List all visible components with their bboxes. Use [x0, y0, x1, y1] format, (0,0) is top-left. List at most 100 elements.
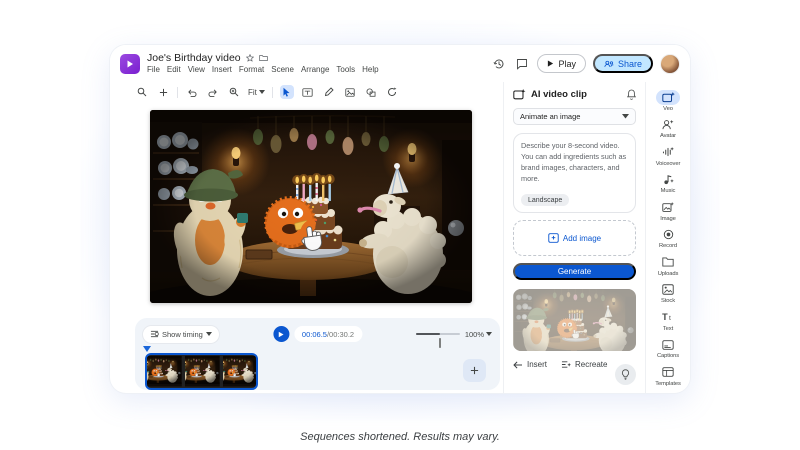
notifications-bell-icon[interactable]: [627, 89, 636, 100]
star-icon[interactable]: [246, 54, 254, 62]
music-icon: [663, 174, 674, 185]
rail-item-voiceover[interactable]: Voiceover: [647, 142, 689, 170]
redo-icon[interactable]: [206, 85, 220, 99]
rail-item-templates[interactable]: Templates: [647, 362, 689, 390]
tips-button[interactable]: [615, 364, 636, 385]
menu-help[interactable]: Help: [362, 66, 378, 74]
editor-main: Fit: [110, 82, 503, 393]
video-preview[interactable]: [150, 110, 472, 303]
people-icon: [604, 60, 614, 68]
insert-button[interactable]: Insert: [513, 360, 547, 369]
move-folder-icon[interactable]: [259, 54, 268, 62]
timing-icon: [150, 330, 159, 338]
add-scene-button[interactable]: [463, 359, 486, 382]
puppets-birthday-scene: [150, 110, 472, 303]
rail-item-avatar[interactable]: Avatar: [647, 115, 689, 143]
app-header: Joe's Birthday video File Edit View Inse…: [110, 45, 690, 82]
recreate-icon: [561, 360, 571, 369]
generate-button[interactable]: Generate: [513, 263, 636, 280]
playback-bar: Show timing 00:06.5 / 00:30.2: [135, 318, 500, 390]
chevron-down-icon: [206, 332, 212, 336]
recreate-button[interactable]: Recreate: [561, 360, 607, 369]
rail-item-captions[interactable]: Captions: [647, 335, 689, 363]
toolbar: Fit: [135, 82, 500, 102]
arrow-left-icon: [513, 361, 523, 369]
record-icon: [663, 229, 674, 240]
aspect-ratio-chip[interactable]: Landscape: [521, 194, 569, 206]
total-time: 00:30.2: [329, 330, 354, 339]
pen-tool-icon[interactable]: [322, 85, 336, 99]
chevron-down-icon: [259, 90, 265, 94]
add-icon[interactable]: [156, 85, 170, 99]
text-box-icon[interactable]: [301, 85, 315, 99]
menu-view[interactable]: View: [188, 66, 205, 74]
stock-icon: [662, 284, 674, 295]
text-icon: Tt: [662, 312, 675, 322]
play-button[interactable]: Play: [537, 54, 586, 73]
rail-item-veo[interactable]: Veo: [647, 87, 689, 115]
play-triangle-icon: [547, 60, 554, 67]
rotate-tool-icon[interactable]: [385, 85, 399, 99]
mode-selector-dropdown[interactable]: Animate an image: [513, 108, 636, 125]
menu-file[interactable]: File: [147, 66, 160, 74]
app-window: Joe's Birthday video File Edit View Inse…: [110, 45, 690, 393]
lightbulb-icon: [621, 369, 630, 380]
rail-item-music[interactable]: Music: [647, 170, 689, 198]
menu-tools[interactable]: Tools: [336, 66, 355, 74]
share-button[interactable]: Share: [593, 54, 653, 73]
undo-icon[interactable]: [185, 85, 199, 99]
zoom-fit-dropdown[interactable]: Fit: [248, 88, 265, 97]
playhead-marker[interactable]: [143, 346, 151, 352]
shapes-tool-icon[interactable]: [364, 85, 378, 99]
screenshot-root: Joe's Birthday video File Edit View Inse…: [0, 0, 800, 450]
menu-insert[interactable]: Insert: [212, 66, 232, 74]
current-time: 00:06.5: [302, 330, 327, 339]
rail-item-image[interactable]: Image: [647, 197, 689, 225]
time-display: 00:06.5 / 00:30.2: [294, 326, 362, 342]
scene-clip-thumbnail[interactable]: [145, 353, 258, 390]
comment-icon[interactable]: [514, 56, 530, 72]
vids-logo-icon[interactable]: [120, 54, 140, 74]
menu-arrange[interactable]: Arrange: [301, 66, 329, 74]
add-image-button[interactable]: Add image: [513, 220, 636, 256]
menu-scene[interactable]: Scene: [271, 66, 294, 74]
timeline-track: [143, 348, 492, 392]
menu-bar: File Edit View Insert Format Scene Arran…: [147, 66, 379, 74]
user-avatar[interactable]: [660, 54, 680, 74]
ai-clip-icon: [513, 89, 526, 100]
voiceover-icon: [662, 147, 674, 157]
panel-title: AI video clip: [531, 89, 587, 100]
chevron-down-icon: [622, 114, 629, 119]
timeline-play-button[interactable]: [273, 326, 289, 342]
menu-edit[interactable]: Edit: [167, 66, 181, 74]
svg-text:t: t: [668, 315, 670, 322]
version-history-icon[interactable]: [491, 56, 507, 72]
zoom-in-icon[interactable]: [227, 85, 241, 99]
generated-result-thumbnail[interactable]: [513, 289, 636, 351]
show-timing-dropdown[interactable]: Show timing: [143, 326, 219, 343]
prompt-input[interactable]: Describe your 8-second video. You can ad…: [513, 133, 636, 213]
rail-item-uploads[interactable]: Uploads: [647, 252, 689, 280]
timeline-zoom-slider[interactable]: [416, 329, 460, 339]
image-tool-icon[interactable]: [343, 85, 357, 99]
add-image-icon: [548, 233, 559, 243]
image-ai-icon: [662, 202, 674, 213]
play-triangle-icon: [277, 331, 284, 338]
rail-item-stock[interactable]: Stock: [647, 280, 689, 308]
media-rail: Veo Avatar Voiceover Music Image: [645, 82, 690, 393]
zoom-level-dropdown[interactable]: 100%: [465, 330, 492, 339]
captions-icon: [662, 340, 674, 350]
menu-format[interactable]: Format: [239, 66, 264, 74]
avatar-icon: [662, 119, 674, 130]
ai-video-clip-panel: AI video clip Animate an image Describe …: [503, 82, 645, 393]
folder-icon: [662, 257, 674, 267]
scene-canvas: [135, 102, 500, 318]
disclaimer-caption: Sequences shortened. Results may vary.: [0, 431, 800, 443]
rail-item-text[interactable]: Tt Text: [647, 307, 689, 335]
select-tool-icon[interactable]: [280, 85, 294, 99]
document-title[interactable]: Joe's Birthday video: [147, 53, 241, 64]
svg-text:T: T: [662, 312, 668, 322]
prompt-placeholder-text: Describe your 8-second video. You can ad…: [521, 141, 628, 185]
rail-item-record[interactable]: Record: [647, 225, 689, 253]
search-menus-icon[interactable]: [135, 85, 149, 99]
